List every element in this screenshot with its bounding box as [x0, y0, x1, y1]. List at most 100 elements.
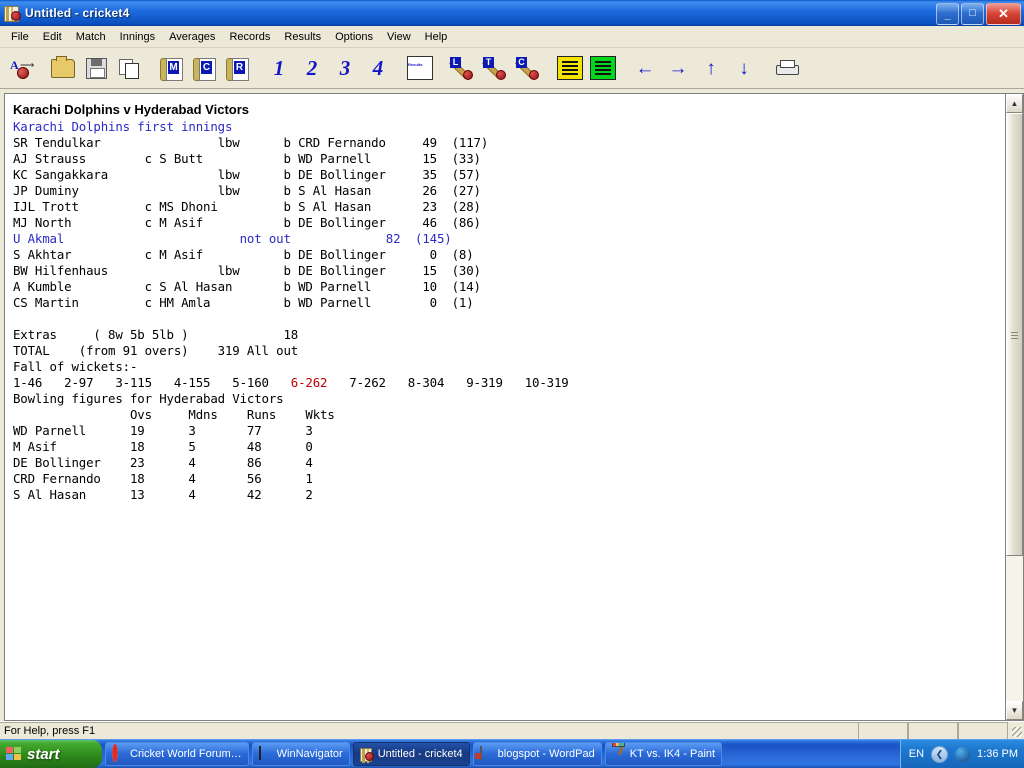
taskbar-item-blogspot-wordpad[interactable]: blogspot - WordPad [472, 742, 602, 766]
toolbar-separator [620, 53, 629, 83]
menu-item-view[interactable]: View [380, 29, 418, 45]
batting-rows-bottom: S Akhtar c M Asif b DE Bollinger 0 (8) B… [13, 247, 481, 310]
spell-check-ball-button[interactable]: A ⟶ [5, 52, 37, 84]
bowling-rows: WD Parnell 19 3 77 3 M Asif 18 5 48 0 DE… [13, 423, 313, 502]
taskbar-item-cricket4[interactable]: Untitled - cricket4 [352, 742, 470, 766]
scrollbar-track[interactable] [1006, 113, 1023, 701]
clock[interactable]: 1:36 PM [977, 748, 1018, 760]
window-title: Untitled - cricket4 [25, 6, 130, 20]
minimize-button[interactable]: _ [936, 3, 959, 25]
arrow-down-icon: ↓ [739, 57, 749, 79]
scoreboard-yellow-button[interactable] [554, 52, 586, 84]
maximize-restore-button[interactable]: □ [961, 3, 984, 25]
extras-row [13, 311, 1005, 327]
toolbar-separator [545, 53, 554, 83]
toolbar-separator [254, 53, 263, 83]
status-hint: For Help, press F1 [0, 722, 858, 740]
menu-item-file[interactable]: File [4, 29, 36, 45]
league-bat-button[interactable]: L [446, 52, 478, 84]
match-book-button[interactable]: M [155, 52, 187, 84]
bat-ball-l-icon: L [448, 57, 474, 80]
taskbar-item-winnavigator[interactable]: WinNavigator [251, 742, 350, 766]
scorecard-document[interactable]: Karachi Dolphins v Hyderabad Victors Kar… [4, 93, 1005, 721]
start-label: start [27, 745, 60, 763]
taskbar-item-paint[interactable]: KT vs. IK4 - Paint [604, 742, 723, 766]
scrollbar-grip-icon [1011, 330, 1018, 339]
status-bar: For Help, press F1 [0, 721, 1024, 740]
start-button[interactable]: start [0, 740, 102, 768]
results-table-button[interactable]: Results [404, 52, 436, 84]
innings-2-button[interactable]: 2 [296, 52, 328, 84]
system-tray: EN ❮ 1:36 PM [899, 740, 1024, 768]
wordpad-icon [479, 746, 494, 761]
back-button[interactable]: ← [629, 52, 661, 84]
save-button[interactable] [80, 52, 112, 84]
book-m-icon: M [160, 57, 183, 81]
open-button[interactable] [47, 52, 79, 84]
menu-item-help[interactable]: Help [418, 29, 455, 45]
document-area: Karachi Dolphins v Hyderabad Victors Kar… [0, 89, 1024, 721]
total-line: TOTAL (from 91 overs) 319 All out [13, 343, 299, 358]
letter-a-ball-icon: A ⟶ [10, 58, 34, 79]
scoreboard-green-icon [590, 56, 616, 80]
scroll-up-button[interactable]: ▲ [1006, 94, 1023, 113]
table-bat-button[interactable]: T [479, 52, 511, 84]
menu-item-results[interactable]: Results [277, 29, 328, 45]
scoreboard-yellow-icon [557, 56, 583, 80]
innings-3-button[interactable]: 3 [329, 52, 361, 84]
menu-item-records[interactable]: Records [222, 29, 277, 45]
print-button[interactable] [770, 52, 802, 84]
resize-grip-icon[interactable] [1008, 723, 1024, 739]
menu-item-innings[interactable]: Innings [113, 29, 162, 45]
toolbar-separator [437, 53, 446, 83]
scrollbar-thumb[interactable] [1006, 113, 1023, 556]
close-button[interactable]: ✕ [986, 3, 1021, 25]
innings-title: Karachi Dolphins first innings [13, 119, 233, 134]
copy-pages-icon [119, 58, 139, 79]
paint-icon [612, 747, 626, 761]
cricket-book-icon [359, 747, 374, 763]
taskbar-item-cricket-world-forum[interactable]: Cricket World Forum… [105, 742, 249, 766]
down-button[interactable]: ↓ [728, 52, 760, 84]
toolbar: A ⟶ M C R 1 2 3 4 Results L T C ← → ↑ ↓ [0, 48, 1024, 89]
up-button[interactable]: ↑ [695, 52, 727, 84]
show-hidden-icons-icon[interactable]: ❮ [931, 745, 949, 763]
language-indicator[interactable]: EN [909, 748, 924, 760]
book-c-icon: C [193, 57, 216, 81]
toolbar-separator [38, 53, 47, 83]
fall-of-wickets-label: Fall of wickets:- [13, 359, 138, 374]
windows-flag-icon [6, 746, 22, 762]
arrow-up-icon: ↑ [706, 57, 716, 79]
status-pane-2 [908, 722, 958, 740]
innings-4-button[interactable]: 4 [362, 52, 394, 84]
application-window: Untitled - cricket4 _ □ ✕ File Edit Matc… [0, 0, 1024, 740]
opera-icon [112, 744, 126, 762]
menu-item-options[interactable]: Options [328, 29, 380, 45]
records-book-button[interactable]: R [221, 52, 253, 84]
menu-item-averages[interactable]: Averages [162, 29, 222, 45]
bat-ball-c-icon: C [514, 57, 540, 80]
vertical-scrollbar[interactable]: ▲ ▼ [1005, 93, 1024, 721]
menu-item-match[interactable]: Match [69, 29, 113, 45]
status-pane-3 [958, 722, 1008, 740]
scoreboard-green-button[interactable] [587, 52, 619, 84]
forward-button[interactable]: → [662, 52, 694, 84]
network-globe-icon[interactable] [955, 746, 971, 762]
window-icon [258, 746, 273, 761]
fall-of-wickets-values: 1-46 2-97 3-115 4-155 5-160 6-262 7-262 … [13, 375, 569, 390]
book-r-icon: R [226, 57, 249, 81]
bat-ball-t-icon: T [481, 57, 507, 80]
innings-1-button[interactable]: 1 [263, 52, 295, 84]
menu-item-edit[interactable]: Edit [36, 29, 69, 45]
taskbar: start Cricket World Forum… WinNavigator … [0, 739, 1024, 768]
scroll-down-button[interactable]: ▼ [1006, 701, 1023, 720]
batting-row-not-out: U Akmal not out 82 (145) [13, 231, 452, 246]
window-controls: _ □ ✕ [936, 3, 1021, 25]
copy-button[interactable] [113, 52, 145, 84]
extras-line: Extras ( 8w 5b 5lb ) 18 [13, 327, 299, 342]
status-pane-1 [858, 722, 908, 740]
number-3-icon: 3 [339, 55, 351, 80]
cup-bat-button[interactable]: C [512, 52, 544, 84]
folder-icon [51, 55, 75, 78]
club-book-button[interactable]: C [188, 52, 220, 84]
